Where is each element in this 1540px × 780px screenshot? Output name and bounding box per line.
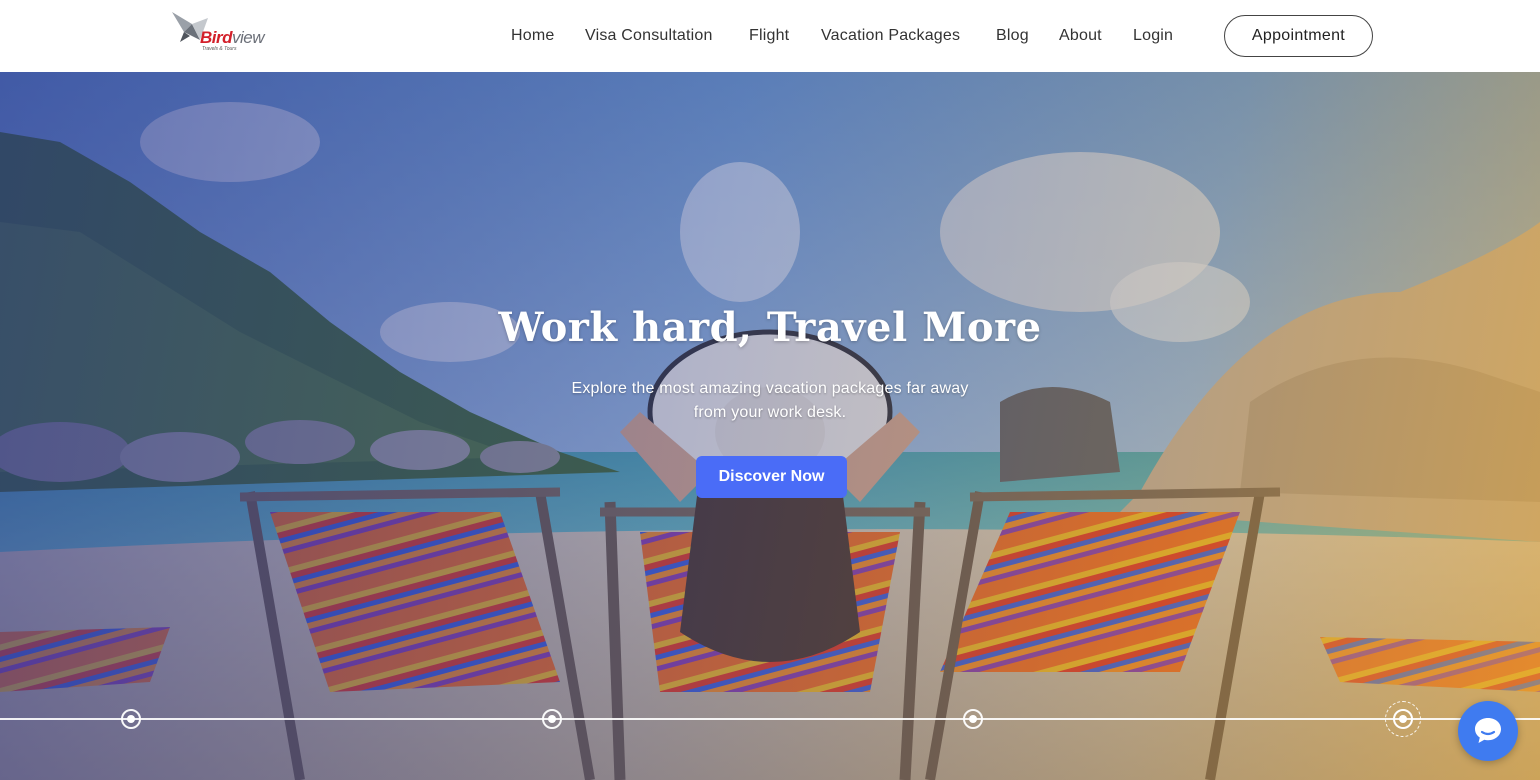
slide-dot-3[interactable] [963,709,983,729]
nav-flight[interactable]: Flight [749,27,789,45]
slide-dot-4-active[interactable] [1385,701,1421,737]
hero-subtitle: Explore the most amazing vacation packag… [571,380,969,421]
hero-section: Work hard, Travel More Explore the most … [0,72,1540,780]
slider-track [0,718,1540,720]
brand-name: Birdview [200,28,265,47]
nav-login[interactable]: Login [1133,27,1173,45]
nav-home[interactable]: Home [511,27,554,45]
brand-tagline: Travels & Tours [202,46,237,52]
discover-now-button[interactable]: Discover Now [696,456,847,498]
hero-title: Work hard, Travel More [498,304,1042,351]
slide-dot-2[interactable] [542,709,562,729]
brand-logo[interactable]: Birdview Travels & Tours [170,10,280,54]
nav-about[interactable]: About [1059,27,1102,45]
site-header: Birdview Travels & Tours Home Visa Consu… [0,0,1540,72]
hero-color-overlay [0,72,1540,780]
nav-vacation-packages[interactable]: Vacation Packages [821,27,960,45]
nav-blog[interactable]: Blog [996,27,1029,45]
slide-dot-1[interactable] [121,709,141,729]
nav-visa-consultation[interactable]: Visa Consultation [585,27,713,45]
appointment-button[interactable]: Appointment [1224,15,1373,57]
chat-button[interactable] [1458,701,1518,761]
chat-bubble-icon [1475,718,1501,743]
